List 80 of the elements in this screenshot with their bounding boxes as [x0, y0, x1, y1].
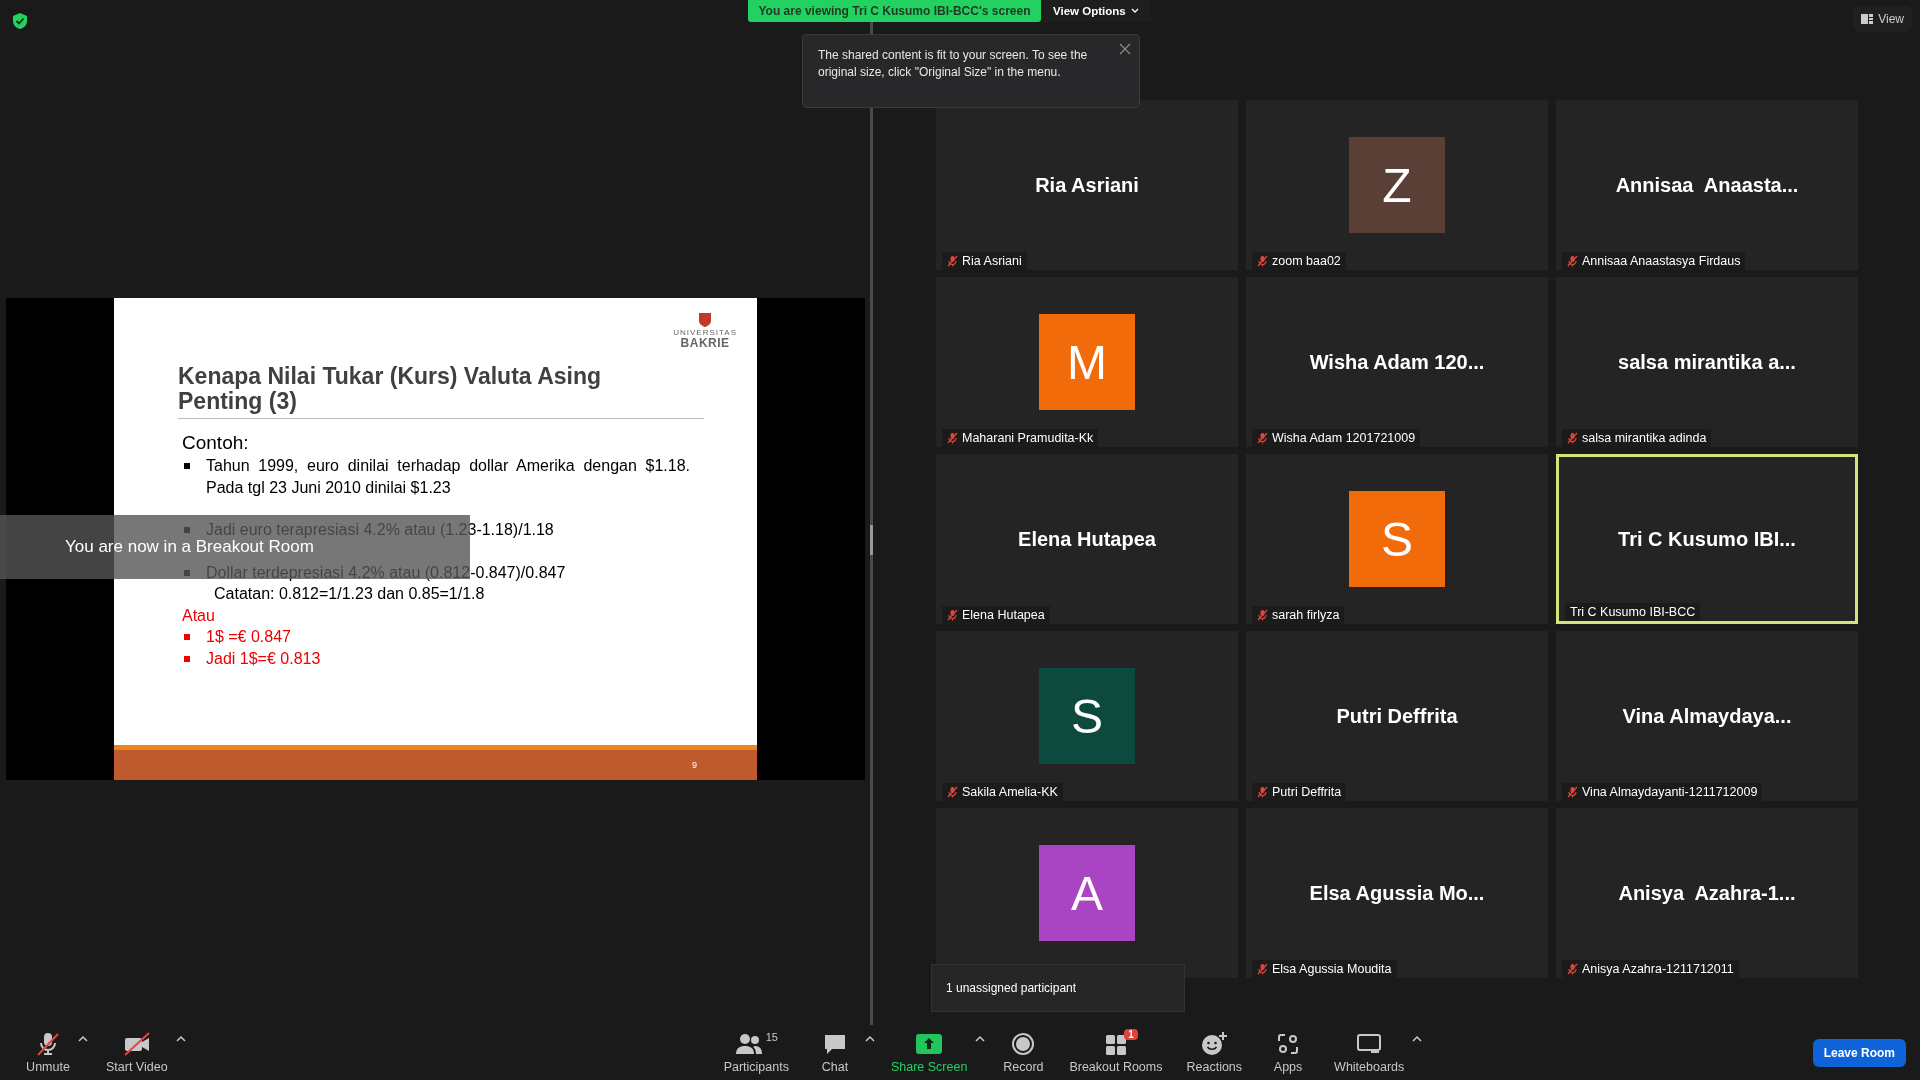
toolbar-button[interactable]: Start Video	[98, 1027, 176, 1078]
toolbar-button[interactable]: Chat	[804, 1027, 865, 1078]
bullet-icon	[184, 634, 190, 640]
label-text: Maharani Pramudita-Kk	[962, 431, 1094, 445]
smiley-icon	[1201, 1031, 1228, 1057]
bullet-icon	[184, 655, 190, 662]
caret-icon[interactable]	[1412, 1035, 1423, 1042]
layout-icon	[1861, 13, 1874, 25]
notification-badge: 1	[1124, 1029, 1138, 1040]
view-options-button[interactable]: View Options	[1041, 0, 1151, 22]
label-text: Sakila Amelia-KK	[962, 785, 1058, 799]
label-text: Annisaa Anaastasya Firdaus	[1582, 254, 1741, 268]
participant-name: Tri C Kusumo IBI...	[1618, 527, 1796, 551]
label-text: salsa mirantika adinda	[1582, 431, 1707, 445]
slide-title: Kenapa Nilai Tukar (Kurs) Valuta Asing Penting (3)	[178, 364, 603, 414]
logo-text: BAKRIE	[680, 337, 730, 350]
caret-icon[interactable]	[864, 1035, 875, 1042]
shield-check-icon[interactable]	[12, 12, 28, 30]
participant-name: Ria Asriani	[1035, 173, 1139, 197]
slide-text: Atau	[182, 606, 215, 624]
grid-icon	[1103, 1032, 1128, 1056]
notice-text: You are now in a Breakout Room	[65, 537, 314, 557]
label-text: Ria Asriani	[962, 254, 1022, 268]
label-text: Tri C Kusumo IBI-BCC	[1570, 605, 1696, 619]
label-text: zoom baa02	[1272, 254, 1341, 268]
view-button[interactable]: View	[1853, 6, 1912, 32]
bullet-icon	[184, 463, 190, 469]
tooltip-text: The shared content is fit to your screen. To see the original size, click "Original Size" in the menu.	[818, 48, 1088, 79]
chat-icon	[822, 1033, 847, 1055]
avatar: Z	[1349, 137, 1445, 233]
participant-name: Annisaa Anaasta...	[1615, 173, 1799, 197]
apps-icon	[1276, 1032, 1301, 1056]
page-number: 9	[692, 760, 697, 770]
toolbar-button[interactable]: Whiteboards	[1326, 1027, 1413, 1078]
caret-icon[interactable]	[175, 1035, 186, 1042]
label-text: Anisya Azahra-1211712011	[1582, 962, 1734, 976]
avatar: A	[1039, 845, 1135, 941]
muted-mic-icon	[35, 1031, 61, 1057]
slide-text: Tahun 1999, euro dinilai terhadap dollar Amerika dengan $1.18. Pada tgl 23 Juni 2010 dinilai $1.23	[206, 456, 690, 498]
toolbar-button[interactable]: 15 Participants	[715, 1027, 797, 1078]
leave-room-button[interactable]: Leave Room	[1812, 1038, 1906, 1067]
people-icon	[734, 1033, 763, 1055]
participant-name: Elsa Agussia Mo...	[1309, 881, 1485, 905]
label-text: Elsa Agussia Moudita	[1272, 962, 1392, 976]
participant-count: 15	[765, 1031, 778, 1043]
close-icon[interactable]	[1119, 43, 1131, 55]
toolbar-button[interactable]: Record	[993, 1027, 1054, 1078]
chevron-down-icon	[1130, 8, 1139, 14]
slide-text: Catatan: 0.812=1/1.23 dan 0.85=1/1.8	[214, 585, 485, 602]
toolbar-button[interactable]: Apps	[1258, 1027, 1319, 1078]
label-text: sarah firlyza	[1272, 608, 1340, 622]
avatar: S	[1349, 491, 1445, 587]
slide-text: 1$ =€ 0.847	[206, 627, 292, 647]
toolbar-button[interactable]: Reactions	[1178, 1027, 1251, 1078]
label-text: Elena Hutapea	[962, 608, 1045, 622]
shield-logo-icon	[698, 312, 713, 328]
caret-icon[interactable]	[78, 1035, 88, 1042]
participant-name: Putri Deffrita	[1336, 704, 1458, 728]
participant-name: Vina Almaydaya...	[1622, 704, 1792, 728]
slide-text: Jadi 1$=€ 0.813	[206, 648, 322, 669]
logo-caption: UNIVERSITAS	[673, 328, 737, 337]
label-text: Wisha Adam 1201721009	[1272, 431, 1416, 445]
participant-name: Wisha Adam 120...	[1309, 350, 1485, 374]
participant-name: Anisya Azahra-1...	[1618, 881, 1796, 905]
slide-heading: Contoh:	[182, 431, 250, 455]
avatar: M	[1039, 314, 1135, 410]
toolbar-button[interactable]: 1 Breakout Rooms	[1061, 1027, 1171, 1078]
share-screen-icon	[916, 1034, 943, 1054]
toolbar-button[interactable]: Share Screen	[882, 1027, 976, 1078]
caret-icon[interactable]	[975, 1035, 986, 1042]
label-text: Vina Almaydayanti-1211712009	[1582, 785, 1758, 799]
avatar: S	[1039, 668, 1135, 764]
label-text: Putri Deffrita	[1272, 785, 1342, 799]
whiteboard-icon	[1356, 1033, 1383, 1055]
participant-name: salsa mirantika a...	[1618, 350, 1796, 374]
participant-name: Elena Hutapea	[1018, 527, 1156, 551]
popup-text: 1 unassigned participant	[946, 981, 1077, 995]
sharing-banner: You are viewing Tri C Kusumo IBI-BCC's screen	[748, 0, 1041, 22]
record-icon	[1011, 1032, 1036, 1056]
toolbar-button[interactable]: Unmute	[18, 1027, 78, 1078]
